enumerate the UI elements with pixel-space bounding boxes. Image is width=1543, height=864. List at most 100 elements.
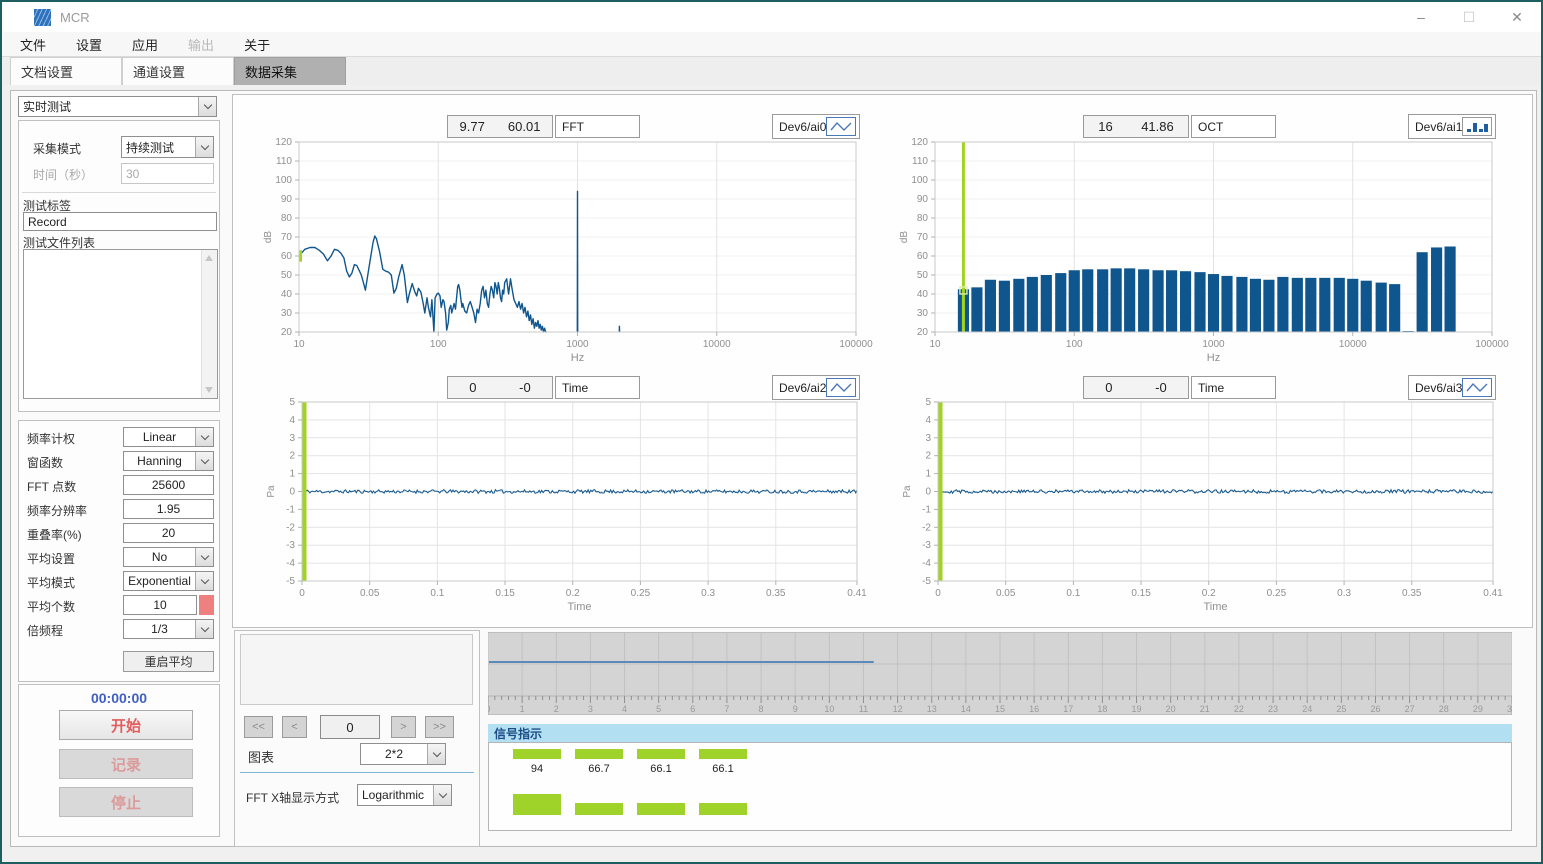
svg-text:4: 4 bbox=[622, 704, 627, 714]
divider bbox=[22, 192, 216, 193]
svg-text:0.35: 0.35 bbox=[766, 588, 786, 599]
scroll-up-icon[interactable] bbox=[205, 255, 213, 261]
menu-item-file[interactable]: 文件 bbox=[8, 35, 58, 54]
chevron-down-icon[interactable] bbox=[198, 97, 216, 116]
fft-chart[interactable]: 1010010001000010000012011010090807060504… bbox=[257, 133, 884, 370]
svg-text:0: 0 bbox=[289, 487, 295, 498]
setting-select[interactable]: No bbox=[123, 547, 214, 567]
chevron-down-icon[interactable] bbox=[195, 620, 213, 638]
menu-item-settings[interactable]: 设置 bbox=[64, 35, 114, 54]
svg-text:Hz: Hz bbox=[1207, 352, 1220, 364]
cursor-x-value: 16 bbox=[1098, 119, 1112, 134]
record-counter[interactable]: 0 bbox=[320, 715, 380, 739]
acq-mode-label: 采集模式 bbox=[33, 140, 81, 157]
signal-level-value: 66.7 bbox=[575, 763, 623, 775]
svg-text:21: 21 bbox=[1200, 704, 1210, 714]
svg-text:-5: -5 bbox=[286, 576, 295, 587]
acq-mode-value: 持续测试 bbox=[122, 139, 195, 156]
svg-text:0.41: 0.41 bbox=[1483, 588, 1503, 599]
cursor-x-value: 9.77 bbox=[460, 119, 485, 134]
chevron-down-icon[interactable] bbox=[195, 548, 213, 566]
setting-input[interactable]: 20 bbox=[123, 523, 214, 543]
chevron-down-icon[interactable] bbox=[195, 572, 213, 590]
setting-value: 10 bbox=[124, 598, 196, 612]
setting-select[interactable]: Hanning bbox=[123, 451, 214, 471]
chart-layout-select[interactable]: 2*2 bbox=[360, 743, 446, 765]
svg-text:30: 30 bbox=[281, 308, 293, 319]
svg-text:6: 6 bbox=[690, 704, 695, 714]
svg-text:-4: -4 bbox=[922, 558, 931, 569]
t3-chart[interactable]: 00.050.10.150.20.250.30.350.41543210-1-2… bbox=[896, 393, 1521, 619]
setting-label: 频率计权 bbox=[27, 430, 75, 447]
window-title: MCR bbox=[60, 10, 90, 25]
oct-chart[interactable]: 1010010001000010000012011010090807060504… bbox=[893, 133, 1520, 370]
svg-text:0.1: 0.1 bbox=[1066, 588, 1080, 599]
acquisition-group: 采集模式 持续测试 时间（秒） 30 测试标签 Record 测试文件列表 bbox=[18, 120, 220, 412]
chevron-down-icon[interactable] bbox=[195, 452, 213, 470]
svg-text:28: 28 bbox=[1439, 704, 1449, 714]
close-button[interactable]: ✕ bbox=[1493, 2, 1541, 32]
restart-average-button[interactable]: 重启平均 bbox=[123, 651, 214, 672]
svg-text:100: 100 bbox=[1066, 339, 1083, 350]
svg-text:3: 3 bbox=[588, 704, 593, 714]
setting-input[interactable]: 10 bbox=[123, 595, 197, 615]
setting-value: Linear bbox=[124, 430, 195, 444]
signal-level-value: 66.1 bbox=[699, 763, 747, 775]
svg-text:0.35: 0.35 bbox=[1402, 588, 1422, 599]
setting-input[interactable]: 1.95 bbox=[123, 499, 214, 519]
svg-text:4: 4 bbox=[289, 415, 295, 426]
svg-text:12: 12 bbox=[893, 704, 903, 714]
svg-text:5: 5 bbox=[925, 397, 931, 408]
test-tag-value: Record bbox=[24, 215, 216, 229]
test-mode-select[interactable]: 实时测试 bbox=[18, 96, 217, 117]
svg-text:100: 100 bbox=[430, 339, 447, 350]
svg-text:1: 1 bbox=[925, 469, 931, 480]
scrollbar[interactable] bbox=[201, 250, 217, 398]
record-timeline[interactable]: 0123456789101112131415161718192021222324… bbox=[488, 632, 1512, 715]
setting-input[interactable]: 25600 bbox=[123, 475, 214, 495]
chevron-down-icon[interactable] bbox=[195, 428, 213, 446]
setting-value: Hanning bbox=[124, 454, 195, 468]
minimize-button[interactable]: – bbox=[1397, 2, 1445, 32]
acq-mode-select[interactable]: 持续测试 bbox=[121, 136, 214, 158]
svg-text:80: 80 bbox=[917, 213, 929, 224]
svg-text:60: 60 bbox=[281, 251, 293, 262]
setting-select[interactable]: Exponential bbox=[123, 571, 214, 591]
last-record-button[interactable]: >> bbox=[425, 716, 454, 738]
test-file-list[interactable] bbox=[23, 249, 218, 399]
test-tag-input[interactable]: Record bbox=[23, 212, 217, 231]
setting-value: 25600 bbox=[124, 478, 213, 492]
setting-select[interactable]: 1/3 bbox=[123, 619, 214, 639]
maximize-button[interactable]: ☐ bbox=[1445, 2, 1493, 32]
first-record-button[interactable]: << bbox=[244, 716, 273, 738]
warning-flag bbox=[199, 595, 214, 615]
menu-item-apply[interactable]: 应用 bbox=[120, 35, 170, 54]
signal-level-value: 66.1 bbox=[637, 763, 685, 775]
menu-item-about[interactable]: 关于 bbox=[232, 35, 282, 54]
tab-document-settings[interactable]: 文档设置 bbox=[10, 57, 122, 85]
svg-text:100000: 100000 bbox=[1475, 339, 1509, 350]
svg-text:100: 100 bbox=[911, 175, 928, 186]
t2-chart[interactable]: 00.050.10.150.20.250.30.350.41543210-1-2… bbox=[260, 393, 885, 619]
chevron-down-icon[interactable] bbox=[433, 785, 451, 805]
chevron-down-icon[interactable] bbox=[195, 137, 213, 157]
setting-select[interactable]: Linear bbox=[123, 427, 214, 447]
svg-text:-2: -2 bbox=[922, 522, 931, 533]
chart-layout-value: 2*2 bbox=[361, 747, 427, 761]
next-record-button[interactable]: > bbox=[391, 716, 416, 738]
svg-text:10: 10 bbox=[929, 339, 941, 350]
acq-time-input: 30 bbox=[121, 163, 214, 184]
tab-channel-settings[interactable]: 通道设置 bbox=[122, 57, 234, 85]
prev-record-button[interactable]: < bbox=[282, 716, 307, 738]
svg-text:120: 120 bbox=[275, 137, 292, 148]
start-button[interactable]: 开始 bbox=[59, 710, 193, 740]
fft-axis-mode-select[interactable]: Logarithmic bbox=[357, 784, 452, 806]
svg-text:0: 0 bbox=[935, 588, 941, 599]
svg-text:23: 23 bbox=[1268, 704, 1278, 714]
signal-peak-bar bbox=[699, 803, 747, 815]
svg-text:0.2: 0.2 bbox=[1202, 588, 1216, 599]
svg-text:0.15: 0.15 bbox=[1131, 588, 1151, 599]
tab-data-acquisition[interactable]: 数据采集 bbox=[234, 57, 346, 85]
scroll-down-icon[interactable] bbox=[205, 387, 213, 393]
chevron-down-icon[interactable] bbox=[427, 744, 445, 764]
